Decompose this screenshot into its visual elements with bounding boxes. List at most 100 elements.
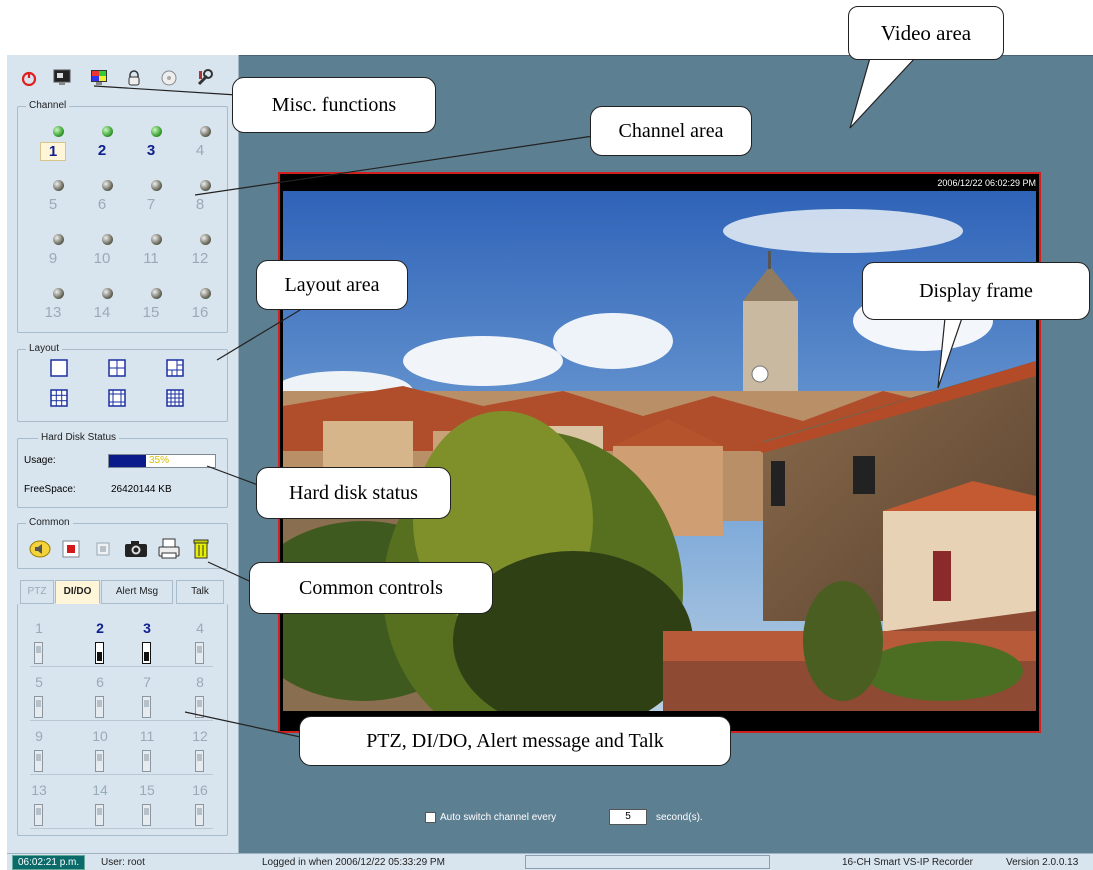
channel-6-led	[102, 180, 113, 191]
channel-group-title: Channel	[26, 100, 70, 112]
dido-8-label: 8	[196, 674, 204, 690]
channel-14-led	[102, 288, 113, 299]
channel-11-button[interactable]: 11	[138, 250, 164, 267]
channel-2-button[interactable]: 2	[89, 142, 115, 159]
auto-switch-seconds-input[interactable]: 5	[609, 809, 647, 825]
disk-usage-label: Usage:	[24, 455, 56, 466]
layout-4x4-icon[interactable]	[166, 389, 184, 407]
display-frame[interactable]: 2006/12/22 06:02:29 PM	[278, 172, 1041, 733]
dido-row-separator	[30, 774, 213, 775]
channel-15-button[interactable]: 15	[138, 304, 164, 321]
tools-icon[interactable]	[195, 68, 215, 88]
channel-5-button[interactable]: 5	[40, 196, 66, 213]
tab-talk[interactable]: Talk	[176, 580, 224, 604]
power-icon[interactable]	[19, 68, 39, 88]
record-icon[interactable]	[62, 540, 80, 558]
dido-7-switch[interactable]	[142, 696, 151, 718]
channel-3-button[interactable]: 3	[138, 142, 164, 159]
camera-icon[interactable]	[124, 540, 148, 558]
disk-usage-bar: 35%	[108, 454, 216, 468]
dido-10-switch[interactable]	[95, 750, 104, 772]
status-progress-field	[525, 855, 770, 869]
channel-4-button[interactable]: 4	[187, 142, 213, 159]
callout-ptz: PTZ, DI/DO, Alert message and Talk	[299, 716, 731, 766]
dido-3-label: 3	[143, 620, 151, 636]
dido-9-label: 9	[35, 728, 43, 744]
tab-dido[interactable]: DI/DO	[55, 580, 100, 604]
channel-10-button[interactable]: 10	[89, 250, 115, 267]
layout-1plus7-icon[interactable]	[108, 389, 126, 407]
hard-disk-group: Hard Disk Status	[17, 432, 228, 508]
channel-10-led	[102, 234, 113, 245]
dido-11-switch[interactable]	[142, 750, 151, 772]
stop-icon[interactable]	[96, 542, 110, 556]
channel-15-led	[151, 288, 162, 299]
print-icon[interactable]	[158, 538, 180, 560]
layout-group-title: Layout	[26, 343, 63, 355]
status-logged: Logged in when 2006/12/22 05:33:29 PM	[262, 857, 445, 868]
tab-alert-msg[interactable]: Alert Msg	[101, 580, 173, 604]
channel-16-button[interactable]: 16	[187, 304, 213, 321]
dido-8-switch[interactable]	[195, 696, 204, 718]
common-group-title: Common	[26, 517, 73, 529]
speaker-icon[interactable]	[29, 539, 51, 559]
disk-usage-fill	[109, 455, 147, 467]
monitor-icon[interactable]	[52, 68, 72, 88]
dido-1-label: 1	[35, 620, 43, 636]
disk-free-label: FreeSpace:	[24, 484, 76, 495]
lock-icon[interactable]	[124, 68, 144, 88]
tab-ptz[interactable]: PTZ	[20, 580, 54, 604]
dido-2-label: 2	[96, 620, 104, 636]
dido-4-label: 4	[196, 620, 204, 636]
disk-usage-percent: 35%	[149, 455, 170, 466]
dido-13-switch[interactable]	[34, 804, 43, 826]
channel-3-led	[151, 126, 162, 137]
dido-12-switch[interactable]	[195, 750, 204, 772]
channel-16-led	[200, 288, 211, 299]
layout-1plus3-icon[interactable]	[166, 359, 184, 377]
disc-icon[interactable]	[159, 68, 179, 88]
trash-icon[interactable]	[192, 537, 210, 559]
dido-row-separator	[30, 720, 213, 721]
dido-14-switch[interactable]	[95, 804, 104, 826]
channel-11-led	[151, 234, 162, 245]
dido-9-switch[interactable]	[34, 750, 43, 772]
dido-6-switch[interactable]	[95, 696, 104, 718]
channel-12-button[interactable]: 12	[187, 250, 213, 267]
dido-row-separator	[30, 828, 213, 829]
status-version: Version 2.0.0.13	[1006, 857, 1079, 868]
dido-1-switch[interactable]	[34, 642, 43, 664]
channel-14-button[interactable]: 14	[89, 304, 115, 321]
dido-16-switch[interactable]	[195, 804, 204, 826]
dido-6-label: 6	[96, 674, 104, 690]
layout-3x3-icon[interactable]	[50, 389, 68, 407]
dido-3-switch[interactable]	[142, 642, 151, 664]
dido-4-switch[interactable]	[195, 642, 204, 664]
status-product: 16-CH Smart VS-IP Recorder	[842, 857, 973, 868]
dido-2-switch[interactable]	[95, 642, 104, 664]
dido-16-label: 16	[192, 782, 208, 798]
auto-switch-checkbox[interactable]	[425, 812, 436, 823]
channel-7-button[interactable]: 7	[138, 196, 164, 213]
color-monitor-icon[interactable]	[89, 68, 109, 88]
disk-free-value: 26420144 KB	[111, 484, 172, 495]
callout-video-area: Video area	[848, 6, 1004, 60]
channel-7-led	[151, 180, 162, 191]
dido-15-switch[interactable]	[142, 804, 151, 826]
channel-8-led	[200, 180, 211, 191]
channel-9-button[interactable]: 9	[40, 250, 66, 267]
layout-2x2-icon[interactable]	[108, 359, 126, 377]
layout-1x1-icon[interactable]	[50, 359, 68, 377]
channel-6-button[interactable]: 6	[89, 196, 115, 213]
channel-1-button[interactable]: 1	[40, 142, 66, 161]
video-timestamp: 2006/12/22 06:02:29 PM	[937, 178, 1036, 188]
channel-13-button[interactable]: 13	[40, 304, 66, 321]
channel-8-button[interactable]: 8	[187, 196, 213, 213]
status-user: User: root	[101, 857, 145, 868]
callout-hard-disk: Hard disk status	[256, 467, 451, 519]
callout-misc: Misc. functions	[232, 77, 436, 133]
channel-13-led	[53, 288, 64, 299]
dido-14-label: 14	[92, 782, 108, 798]
callout-display-frame: Display frame	[862, 262, 1090, 320]
dido-5-switch[interactable]	[34, 696, 43, 718]
